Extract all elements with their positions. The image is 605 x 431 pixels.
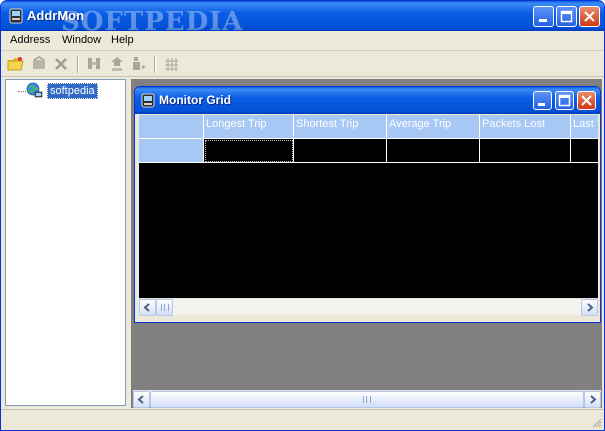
size-grip-icon[interactable] <box>590 416 602 428</box>
menu-window[interactable]: Window <box>62 34 101 46</box>
chevron-left-icon <box>137 395 144 404</box>
child-window-title: Monitor Grid <box>159 93 231 107</box>
address-tree[interactable]: softpedia <box>5 79 126 406</box>
grid-cell[interactable] <box>571 139 598 163</box>
grid-horizontal-scrollbar[interactable] <box>139 298 598 316</box>
minimize-icon <box>539 19 547 22</box>
grid-cell[interactable] <box>387 139 480 163</box>
scroll-thumb[interactable] <box>156 299 173 316</box>
table-row[interactable] <box>139 139 598 163</box>
scroll-left-button[interactable] <box>133 391 150 408</box>
column-header-last-trip[interactable]: Last Trip <box>571 115 598 139</box>
close-icon <box>581 95 592 106</box>
close-button[interactable] <box>579 6 600 27</box>
window-title: AddrMon <box>27 8 85 23</box>
column-header-shortest-trip[interactable]: Shortest Trip <box>294 115 387 139</box>
open-folder-icon[interactable] <box>7 55 25 73</box>
binoculars-icon[interactable] <box>85 55 103 73</box>
grid-icon[interactable] <box>162 55 180 73</box>
globe-computer-icon <box>26 82 43 98</box>
column-header-longest-trip[interactable]: Longest Trip <box>204 115 294 139</box>
tree-item-softpedia[interactable]: softpedia <box>47 83 98 99</box>
close-icon <box>584 11 595 22</box>
maximize-icon <box>558 94 571 107</box>
app-icon <box>9 8 23 24</box>
child-title-bar[interactable]: Monitor Grid <box>135 87 600 114</box>
mdi-client-area: Monitor Grid Longest Trip Shortest Trip … <box>131 79 602 408</box>
scroll-left-button[interactable] <box>139 299 156 316</box>
toolbar-separator <box>154 56 156 73</box>
toolbar-separator <box>77 56 79 73</box>
title-bar[interactable]: AddrMon SOFTPEDIA <box>1 1 604 37</box>
child-close-button[interactable] <box>577 91 596 110</box>
row-header-cell[interactable] <box>139 139 204 163</box>
chevron-right-icon <box>590 395 597 404</box>
maximize-button[interactable] <box>556 6 577 27</box>
delete-x-icon[interactable] <box>52 55 70 73</box>
child-minimize-button[interactable] <box>533 91 552 110</box>
column-header-packets-lost[interactable]: Packets Lost <box>480 115 571 139</box>
grid-cell[interactable] <box>480 139 571 163</box>
mdi-horizontal-scrollbar[interactable] <box>133 390 601 408</box>
main-window: AddrMon SOFTPEDIA Address Window Help so… <box>0 0 605 431</box>
grid-cell[interactable] <box>204 139 294 163</box>
menu-bar: Address Window Help <box>1 31 604 51</box>
monitor-grid-window: Monitor Grid Longest Trip Shortest Trip … <box>134 86 601 323</box>
status-bar <box>1 409 604 430</box>
grid-cell[interactable] <box>294 139 387 163</box>
minimize-button[interactable] <box>533 6 554 27</box>
scroll-right-button[interactable] <box>584 391 601 408</box>
network-ping-icon[interactable] <box>108 55 126 73</box>
trace-route-icon[interactable] <box>130 55 148 73</box>
minimize-icon <box>538 103 545 106</box>
child-maximize-button[interactable] <box>555 91 574 110</box>
chevron-left-icon <box>143 303 150 312</box>
menu-help[interactable]: Help <box>111 34 134 46</box>
grid-header-row: Longest Trip Shortest Trip Average Trip … <box>139 115 598 139</box>
scroll-thumb[interactable] <box>150 391 584 408</box>
scroll-right-button[interactable] <box>581 299 598 316</box>
toolbar <box>1 52 604 77</box>
chevron-right-icon <box>587 303 594 312</box>
grid-corner-cell[interactable] <box>139 115 204 139</box>
maximize-icon <box>560 10 573 23</box>
address-book-icon[interactable] <box>30 55 48 73</box>
monitor-grid-app-icon <box>141 93 155 108</box>
menu-address[interactable]: Address <box>10 34 50 46</box>
column-header-average-trip[interactable]: Average Trip <box>387 115 480 139</box>
monitor-grid[interactable]: Longest Trip Shortest Trip Average Trip … <box>139 115 598 298</box>
